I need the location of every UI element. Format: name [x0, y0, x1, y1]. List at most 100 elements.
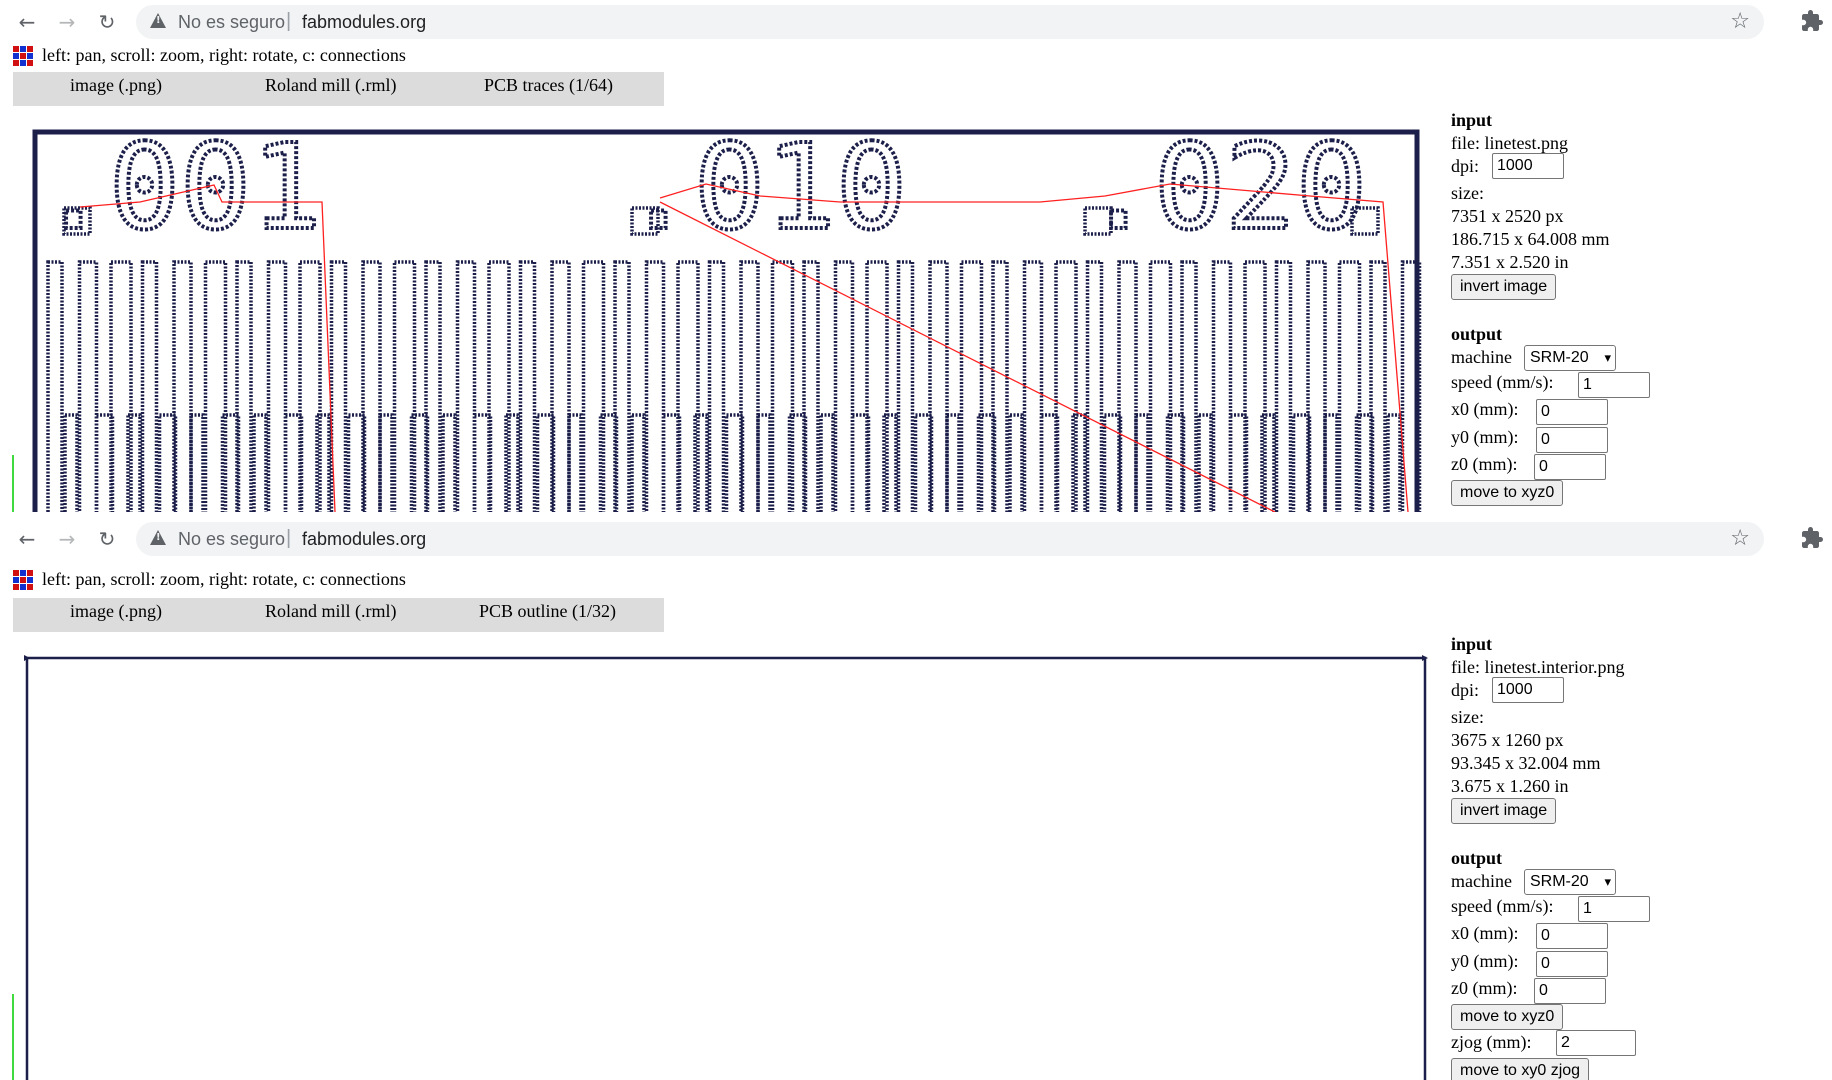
back-arrow-icon[interactable]: ← [14, 526, 40, 552]
machine-selected: SRM-20 [1530, 349, 1589, 366]
menu-output-format[interactable]: Roland mill (.rml) [265, 601, 396, 622]
size-mm: 186.715 x 64.008 mm [1451, 229, 1610, 249]
trace-rect [567, 413, 583, 512]
outline-canvas [12, 655, 1428, 1080]
speed-input[interactable]: 1 [1578, 896, 1650, 922]
outline-toolpath [25, 656, 1427, 1080]
trace-rect [455, 260, 477, 512]
trace-rect [1274, 260, 1293, 512]
z0-input[interactable]: 0 [1534, 978, 1606, 1004]
trace-rect [1085, 260, 1104, 512]
label-020: .020 [1083, 118, 1367, 256]
file-row: file: linetest.interior.png [1451, 657, 1624, 678]
trace-rect [630, 413, 646, 512]
dpi-label: dpi: [1451, 156, 1480, 176]
menu-input-format[interactable]: image (.png) [70, 601, 162, 622]
reload-icon[interactable]: ↻ [94, 526, 120, 552]
machine-select[interactable]: SRM-20 ▾ [1524, 345, 1616, 371]
trace-rect [77, 260, 99, 512]
size-in: 3.675 x 1.260 in [1451, 776, 1569, 796]
fabmodules-logo-icon [13, 570, 33, 590]
bookmark-star-icon[interactable]: ☆ [1730, 9, 1750, 34]
trace-rect [707, 260, 726, 512]
browser-window-traces: ← → ↻ No es seguro | fabmodules.org ☆ le… [0, 0, 1832, 512]
trace-rect [441, 413, 457, 512]
invert-image-button[interactable]: invert image [1451, 798, 1557, 824]
label-010: .010 [623, 118, 907, 256]
zjog-input[interactable]: 2 [1556, 1030, 1636, 1056]
trace-rect [756, 413, 772, 512]
reload-icon[interactable]: ↻ [94, 9, 120, 35]
trace-rect [1197, 413, 1213, 512]
invert-image-button[interactable]: invert image [1451, 274, 1557, 300]
machine-select[interactable]: SRM-20 ▾ [1524, 869, 1616, 895]
browser-toolbar: ← → ↻ No es seguro | fabmodules.org ☆ [0, 517, 1832, 561]
settings-panel: input file: linetest.png dpi: 1000 size:… [1451, 110, 1831, 512]
y0-input[interactable]: 0 [1536, 951, 1608, 977]
trace-rect [896, 260, 915, 512]
trace-rect [378, 413, 394, 512]
security-label: No es seguro [178, 12, 286, 32]
back-arrow-icon[interactable]: ← [14, 9, 40, 35]
settings-panel: input file: linetest.interior.png dpi: 1… [1451, 634, 1831, 1080]
bookmark-star-icon[interactable]: ☆ [1730, 526, 1750, 551]
dpi-input[interactable]: 1000 [1492, 677, 1564, 703]
label-text-group: .001 .010 .020 [36, 116, 1369, 258]
x0-input[interactable]: 0 [1536, 923, 1608, 949]
traces-canvas: .001 .010 .020 [12, 116, 1422, 512]
trace-rect [644, 260, 666, 512]
input-heading: input [1451, 634, 1493, 654]
file-label: file: [1451, 133, 1480, 153]
menu-process[interactable]: PCB traces (1/64) [484, 75, 613, 96]
extensions-puzzle-icon[interactable] [1800, 9, 1824, 33]
y0-label: y0 (mm): [1451, 427, 1519, 447]
machine-label: machine [1451, 871, 1512, 891]
menu-process[interactable]: PCB outline (1/32) [479, 601, 616, 622]
extensions-puzzle-icon[interactable] [1800, 526, 1824, 550]
toolpath-preview[interactable] [0, 634, 1445, 1080]
trace-rect [1134, 413, 1150, 512]
trace-rect [63, 413, 79, 512]
trace-rect [819, 413, 835, 512]
menu-input-format[interactable]: image (.png) [70, 75, 162, 96]
output-heading: output [1451, 324, 1503, 344]
trace-rect [46, 260, 64, 512]
forward-arrow-icon[interactable]: → [54, 9, 80, 35]
browser-toolbar: ← → ↻ No es seguro | fabmodules.org ☆ [0, 0, 1832, 44]
machine-label: machine [1451, 347, 1512, 367]
y0-input[interactable]: 0 [1536, 427, 1608, 453]
speed-label: speed (mm/s): [1451, 896, 1554, 916]
dpi-input[interactable]: 1000 [1492, 153, 1564, 179]
size-px: 3675 x 1260 px [1451, 730, 1564, 750]
zjog-label: zjog (mm): [1451, 1032, 1532, 1052]
security-label: No es seguro [178, 529, 286, 549]
x0-label: x0 (mm): [1451, 923, 1519, 943]
forward-arrow-icon[interactable]: → [54, 526, 80, 552]
move-to-xy0-zjog-button[interactable]: move to xy0 zjog [1451, 1058, 1590, 1080]
move-to-xyz0-button[interactable]: move to xyz0 [1451, 480, 1564, 506]
address-bar[interactable]: No es seguro | fabmodules.org ☆ [136, 5, 1764, 39]
warning-icon [150, 13, 166, 28]
chevron-down-icon: ▾ [1604, 350, 1611, 365]
trace-rect [189, 413, 205, 512]
separator: | [286, 527, 292, 549]
address-bar[interactable]: No es seguro | fabmodules.org ☆ [136, 522, 1764, 556]
move-to-xyz0-button[interactable]: move to xyz0 [1451, 1004, 1564, 1030]
trace-rect [833, 260, 855, 512]
speed-input[interactable]: 1 [1578, 372, 1650, 398]
trace-comb [46, 260, 1422, 512]
menu-output-format[interactable]: Roland mill (.rml) [265, 75, 396, 96]
fabmodules-logo-icon [13, 46, 33, 66]
x0-input[interactable]: 0 [1536, 399, 1608, 425]
help-text: left: pan, scroll: zoom, right: rotate, … [42, 45, 406, 65]
size-label: size: [1451, 183, 1484, 203]
input-heading: input [1451, 110, 1493, 130]
z0-input[interactable]: 0 [1534, 454, 1606, 480]
help-text: left: pan, scroll: zoom, right: rotate, … [42, 569, 406, 589]
trace-rect [945, 413, 961, 512]
file-row: file: linetest.png [1451, 133, 1568, 154]
size-in: 7.351 x 2.520 in [1451, 252, 1569, 272]
toolpath-preview[interactable]: .001 .010 .020 [0, 110, 1445, 512]
trace-rect [1323, 413, 1339, 512]
warning-icon [150, 530, 166, 545]
